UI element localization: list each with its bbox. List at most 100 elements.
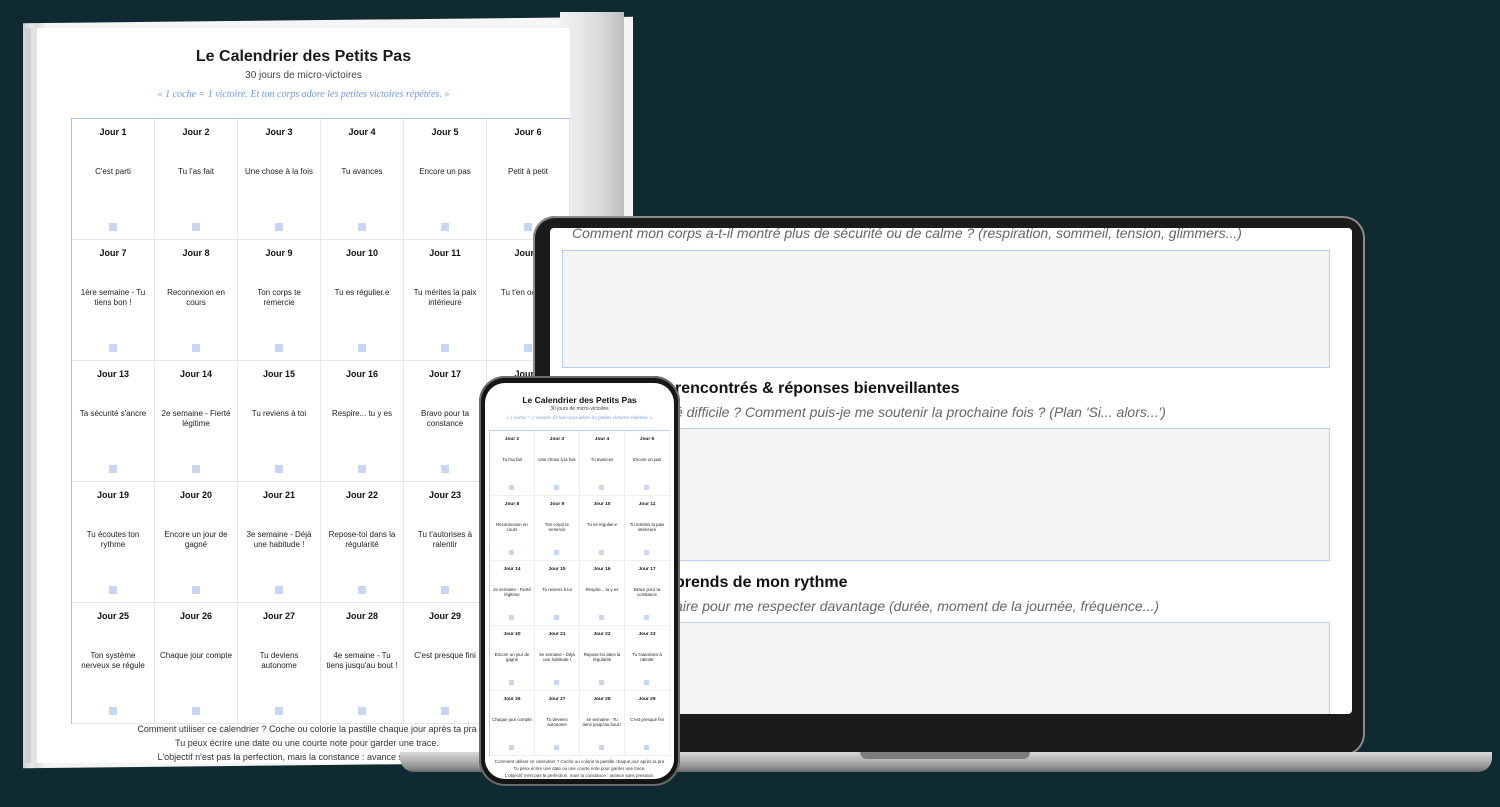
day-checkbox[interactable] bbox=[554, 745, 559, 750]
day-message: Encore un jour de gagné bbox=[494, 652, 530, 663]
day-label: Jour 29 bbox=[638, 697, 656, 702]
day-message: Tu l'as fait bbox=[178, 167, 214, 176]
day-checkbox[interactable] bbox=[599, 680, 604, 685]
day-label: Jour 16 bbox=[593, 567, 611, 572]
day-checkbox[interactable] bbox=[524, 344, 532, 352]
day-checkbox[interactable] bbox=[644, 615, 649, 620]
day-cell: Jour 29 C'est presque fini bbox=[625, 691, 670, 756]
day-checkbox[interactable] bbox=[109, 586, 117, 594]
day-message: Tu t'autorises à ralentir bbox=[632, 652, 662, 663]
day-message: 1ère semaine - Tu tiens bon ! bbox=[80, 288, 146, 307]
day-checkbox[interactable] bbox=[644, 680, 649, 685]
day-label: Jour 16 bbox=[345, 369, 378, 379]
day-cell: Jour 13 Ta sécurité s'ancre bbox=[72, 361, 155, 482]
day-checkbox[interactable] bbox=[509, 745, 514, 750]
phone-calendar-grid: Jour 2 Tu l'as fait Jour 3 Une chose à la f… bbox=[489, 430, 670, 756]
day-label: Jour 10 bbox=[593, 502, 611, 507]
day-checkbox[interactable] bbox=[192, 465, 200, 473]
day-label: Jour 28 bbox=[345, 611, 378, 621]
day-message: Chaque jour compte bbox=[492, 717, 532, 722]
day-checkbox[interactable] bbox=[358, 707, 366, 715]
day-checkbox[interactable] bbox=[192, 223, 200, 231]
day-label: Jour 5 bbox=[431, 127, 459, 137]
day-cell: Jour 17 Bravo pour ta constance bbox=[625, 561, 670, 626]
day-checkbox[interactable] bbox=[599, 615, 604, 620]
day-checkbox[interactable] bbox=[109, 223, 117, 231]
day-checkbox[interactable] bbox=[358, 586, 366, 594]
day-checkbox[interactable] bbox=[441, 707, 449, 715]
day-checkbox[interactable] bbox=[441, 465, 449, 473]
day-checkbox[interactable] bbox=[644, 745, 649, 750]
day-label: Jour 4 bbox=[594, 437, 610, 442]
day-message: Une chose à la fois bbox=[538, 457, 576, 462]
day-cell: Jour 23 Tu t'autorises à ralentir bbox=[404, 482, 487, 603]
day-message: Tu l'as fait bbox=[502, 457, 522, 462]
day-checkbox[interactable] bbox=[509, 485, 514, 490]
day-checkbox[interactable] bbox=[192, 707, 200, 715]
day-message: C'est presque fini bbox=[630, 717, 664, 722]
day-label: Jour 9 bbox=[549, 502, 565, 507]
day-message: Ta sécurité s'ancre bbox=[79, 409, 147, 418]
day-label: Jour 26 bbox=[179, 611, 212, 621]
day-checkbox[interactable] bbox=[275, 344, 283, 352]
day-checkbox[interactable] bbox=[509, 550, 514, 555]
day-cell: Jour 8 Reconnexion en cours bbox=[490, 496, 535, 561]
day-checkbox[interactable] bbox=[509, 615, 514, 620]
day-checkbox[interactable] bbox=[441, 223, 449, 231]
day-checkbox[interactable] bbox=[109, 465, 117, 473]
day-message: Reconnexion en cours bbox=[167, 288, 225, 307]
day-checkbox[interactable] bbox=[554, 680, 559, 685]
answer-textarea[interactable] bbox=[562, 250, 1330, 368]
day-checkbox[interactable] bbox=[358, 344, 366, 352]
day-message: 3e semaine - Déjà une habitude ! bbox=[539, 652, 575, 663]
day-label: Jour 20 bbox=[503, 632, 521, 637]
day-checkbox[interactable] bbox=[599, 745, 604, 750]
day-checkbox[interactable] bbox=[554, 615, 559, 620]
day-checkbox[interactable] bbox=[109, 707, 117, 715]
day-checkbox[interactable] bbox=[192, 344, 200, 352]
day-checkbox[interactable] bbox=[275, 586, 283, 594]
day-checkbox[interactable] bbox=[599, 485, 604, 490]
day-label: Jour 17 bbox=[428, 369, 461, 379]
day-checkbox[interactable] bbox=[554, 550, 559, 555]
day-cell: Jour 3 Une chose à la fois bbox=[535, 431, 580, 496]
day-label: Jour 7 bbox=[99, 248, 127, 258]
day-label: Jour 3 bbox=[549, 437, 565, 442]
day-checkbox[interactable] bbox=[275, 223, 283, 231]
day-checkbox[interactable] bbox=[358, 223, 366, 231]
day-checkbox[interactable] bbox=[441, 586, 449, 594]
phone-calendar-footer: Comment utiliser ce calendrier ? Coche o… bbox=[485, 758, 674, 779]
day-checkbox[interactable] bbox=[599, 550, 604, 555]
phone-screen: Le Calendrier des Petits Pas 30 jours de… bbox=[485, 383, 674, 779]
calendar-title: Le Calendrier des Petits Pas bbox=[195, 48, 412, 65]
day-checkbox[interactable] bbox=[509, 680, 514, 685]
day-label: Jour 1 bbox=[99, 127, 127, 137]
day-checkbox[interactable] bbox=[358, 465, 366, 473]
day-cell: Jour 15 Tu reviens à toi bbox=[238, 361, 321, 482]
day-label: Jour 27 bbox=[548, 697, 566, 702]
day-checkbox[interactable] bbox=[524, 223, 532, 231]
day-cell: Jour 10 Tu es régulier.e bbox=[321, 240, 404, 361]
day-checkbox[interactable] bbox=[554, 485, 559, 490]
day-message: 2e semaine - Fierté légitime bbox=[493, 587, 531, 598]
day-label: Jour 21 bbox=[548, 632, 566, 637]
day-cell: Jour 9 Ton corps te remercie bbox=[238, 240, 321, 361]
day-label: Jour 28 bbox=[593, 697, 611, 702]
day-checkbox[interactable] bbox=[644, 550, 649, 555]
day-checkbox[interactable] bbox=[441, 344, 449, 352]
calendar-subtitle: 30 jours de micro-victoires bbox=[245, 70, 362, 81]
day-cell: Jour 19 Tu écoutes ton rythme bbox=[72, 482, 155, 603]
day-message: Respire... tu y es bbox=[331, 409, 393, 418]
phone-calendar-quote: « 1 coche = 1 victoire. Et ton corps ado… bbox=[506, 416, 653, 421]
day-label: Jour 29 bbox=[428, 611, 461, 621]
day-checkbox[interactable] bbox=[275, 465, 283, 473]
day-message: Tu es régulier.e bbox=[334, 288, 390, 297]
day-message: Tu es régulier.e bbox=[586, 522, 618, 527]
day-message: 3e semaine - Déjà une habitude ! bbox=[246, 530, 312, 549]
day-checkbox[interactable] bbox=[644, 485, 649, 490]
day-checkbox[interactable] bbox=[275, 707, 283, 715]
day-cell: Jour 27 Tu deviens autonome bbox=[238, 603, 321, 724]
day-checkbox[interactable] bbox=[192, 586, 200, 594]
day-cell: Jour 20 Encore un jour de gagné bbox=[490, 626, 535, 691]
day-checkbox[interactable] bbox=[109, 344, 117, 352]
